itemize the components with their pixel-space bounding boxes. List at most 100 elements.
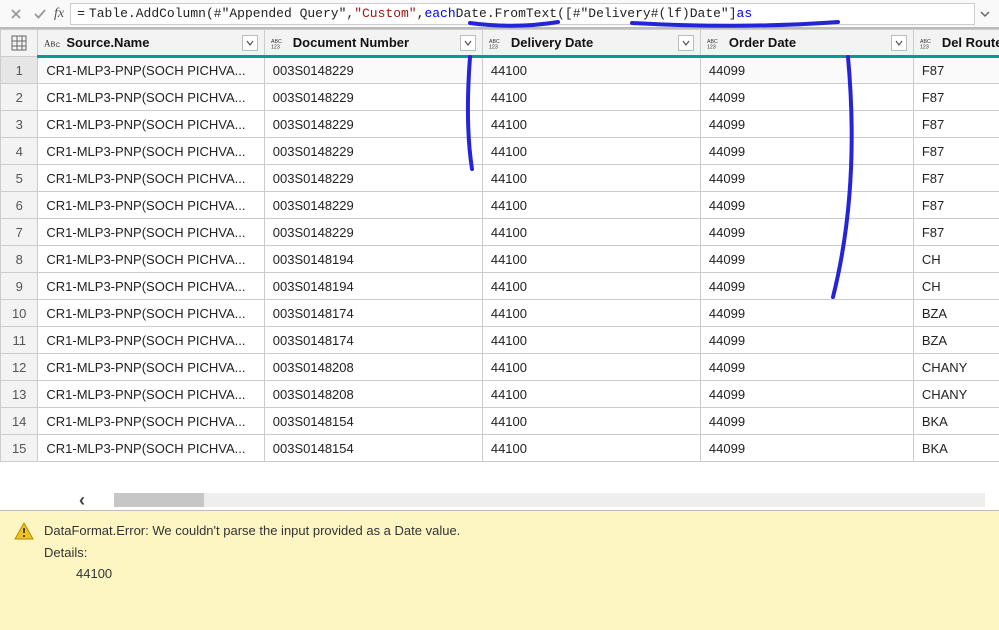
cell-document-number[interactable]: 003S0148229 — [264, 219, 482, 246]
cell-source-name[interactable]: CR1-MLP3-PNP(SOCH PICHVA... — [38, 273, 264, 300]
cell-order-date[interactable]: 44099 — [700, 435, 913, 462]
table-corner[interactable] — [1, 30, 38, 57]
cell-delivery-date[interactable]: 44100 — [482, 381, 700, 408]
cell-del-route[interactable]: BKA — [913, 435, 999, 462]
scroll-track[interactable] — [114, 493, 985, 507]
table-row[interactable]: 5CR1-MLP3-PNP(SOCH PICHVA...003S01482294… — [1, 165, 999, 192]
cell-del-route[interactable]: F87 — [913, 57, 999, 84]
row-number[interactable]: 1 — [1, 57, 38, 84]
cell-order-date[interactable]: 44099 — [700, 219, 913, 246]
row-number[interactable]: 2 — [1, 84, 38, 111]
cell-source-name[interactable]: CR1-MLP3-PNP(SOCH PICHVA... — [38, 219, 264, 246]
cell-delivery-date[interactable]: 44100 — [482, 300, 700, 327]
cell-order-date[interactable]: 44099 — [700, 273, 913, 300]
cell-order-date[interactable]: 44099 — [700, 408, 913, 435]
cell-delivery-date[interactable]: 44100 — [482, 327, 700, 354]
cell-del-route[interactable]: CHANY — [913, 354, 999, 381]
cell-document-number[interactable]: 003S0148208 — [264, 354, 482, 381]
cell-document-number[interactable]: 003S0148229 — [264, 57, 482, 84]
scroll-thumb[interactable] — [114, 493, 204, 507]
cell-order-date[interactable]: 44099 — [700, 300, 913, 327]
cell-document-number[interactable]: 003S0148174 — [264, 327, 482, 354]
table-row[interactable]: 7CR1-MLP3-PNP(SOCH PICHVA...003S01482294… — [1, 219, 999, 246]
cell-document-number[interactable]: 003S0148229 — [264, 84, 482, 111]
cell-del-route[interactable]: F87 — [913, 219, 999, 246]
cell-delivery-date[interactable]: 44100 — [482, 219, 700, 246]
cell-order-date[interactable]: 44099 — [700, 84, 913, 111]
row-number[interactable]: 6 — [1, 192, 38, 219]
cell-document-number[interactable]: 003S0148154 — [264, 435, 482, 462]
column-filter-button[interactable] — [891, 35, 907, 51]
formula-cancel-button[interactable] — [4, 3, 28, 25]
cell-source-name[interactable]: CR1-MLP3-PNP(SOCH PICHVA... — [38, 111, 264, 138]
cell-delivery-date[interactable]: 44100 — [482, 435, 700, 462]
cell-delivery-date[interactable]: 44100 — [482, 165, 700, 192]
cell-document-number[interactable]: 003S0148229 — [264, 165, 482, 192]
column-header-source-name[interactable]: ABC Source.Name — [38, 30, 264, 57]
table-row[interactable]: 6CR1-MLP3-PNP(SOCH PICHVA...003S01482294… — [1, 192, 999, 219]
cell-order-date[interactable]: 44099 — [700, 327, 913, 354]
column-header-order-date[interactable]: ABC123 Order Date — [700, 30, 913, 57]
formula-expand-button[interactable] — [975, 9, 995, 19]
row-number[interactable]: 13 — [1, 381, 38, 408]
column-filter-button[interactable] — [678, 35, 694, 51]
cell-del-route[interactable]: BZA — [913, 327, 999, 354]
cell-source-name[interactable]: CR1-MLP3-PNP(SOCH PICHVA... — [38, 300, 264, 327]
table-row[interactable]: 15CR1-MLP3-PNP(SOCH PICHVA...003S0148154… — [1, 435, 999, 462]
cell-document-number[interactable]: 003S0148208 — [264, 381, 482, 408]
cell-delivery-date[interactable]: 44100 — [482, 408, 700, 435]
row-number[interactable]: 10 — [1, 300, 38, 327]
table-row[interactable]: 11CR1-MLP3-PNP(SOCH PICHVA...003S0148174… — [1, 327, 999, 354]
cell-del-route[interactable]: F87 — [913, 165, 999, 192]
cell-delivery-date[interactable]: 44100 — [482, 246, 700, 273]
cell-source-name[interactable]: CR1-MLP3-PNP(SOCH PICHVA... — [38, 57, 264, 84]
table-row[interactable]: 12CR1-MLP3-PNP(SOCH PICHVA...003S0148208… — [1, 354, 999, 381]
formula-input[interactable]: = Table.AddColumn ( #"Appended Query" , … — [70, 3, 975, 25]
formula-confirm-button[interactable] — [28, 3, 52, 25]
cell-source-name[interactable]: CR1-MLP3-PNP(SOCH PICHVA... — [38, 192, 264, 219]
cell-delivery-date[interactable]: 44100 — [482, 192, 700, 219]
cell-del-route[interactable]: F87 — [913, 111, 999, 138]
cell-delivery-date[interactable]: 44100 — [482, 273, 700, 300]
cell-document-number[interactable]: 003S0148174 — [264, 300, 482, 327]
cell-source-name[interactable]: CR1-MLP3-PNP(SOCH PICHVA... — [38, 165, 264, 192]
cell-source-name[interactable]: CR1-MLP3-PNP(SOCH PICHVA... — [38, 84, 264, 111]
row-number[interactable]: 7 — [1, 219, 38, 246]
table-row[interactable]: 9CR1-MLP3-PNP(SOCH PICHVA...003S01481944… — [1, 273, 999, 300]
table-row[interactable]: 8CR1-MLP3-PNP(SOCH PICHVA...003S01481944… — [1, 246, 999, 273]
row-number[interactable]: 14 — [1, 408, 38, 435]
table-row[interactable]: 1CR1-MLP3-PNP(SOCH PICHVA...003S01482294… — [1, 57, 999, 84]
cell-del-route[interactable]: BKA — [913, 408, 999, 435]
cell-del-route[interactable]: CH — [913, 273, 999, 300]
cell-source-name[interactable]: CR1-MLP3-PNP(SOCH PICHVA... — [38, 435, 264, 462]
cell-source-name[interactable]: CR1-MLP3-PNP(SOCH PICHVA... — [38, 246, 264, 273]
cell-document-number[interactable]: 003S0148154 — [264, 408, 482, 435]
cell-order-date[interactable]: 44099 — [700, 111, 913, 138]
table-row[interactable]: 10CR1-MLP3-PNP(SOCH PICHVA...003S0148174… — [1, 300, 999, 327]
cell-source-name[interactable]: CR1-MLP3-PNP(SOCH PICHVA... — [38, 138, 264, 165]
column-filter-button[interactable] — [242, 35, 258, 51]
scroll-left-button[interactable]: ‹ — [72, 492, 92, 508]
cell-order-date[interactable]: 44099 — [700, 192, 913, 219]
cell-document-number[interactable]: 003S0148229 — [264, 138, 482, 165]
column-header-document-number[interactable]: ABC123 Document Number — [264, 30, 482, 57]
cell-delivery-date[interactable]: 44100 — [482, 354, 700, 381]
row-number[interactable]: 4 — [1, 138, 38, 165]
cell-order-date[interactable]: 44099 — [700, 354, 913, 381]
cell-source-name[interactable]: CR1-MLP3-PNP(SOCH PICHVA... — [38, 327, 264, 354]
row-number[interactable]: 9 — [1, 273, 38, 300]
table-row[interactable]: 3CR1-MLP3-PNP(SOCH PICHVA...003S01482294… — [1, 111, 999, 138]
cell-order-date[interactable]: 44099 — [700, 246, 913, 273]
cell-document-number[interactable]: 003S0148194 — [264, 246, 482, 273]
column-header-del-route[interactable]: ABC123 Del Route — [913, 30, 999, 57]
table-row[interactable]: 14CR1-MLP3-PNP(SOCH PICHVA...003S0148154… — [1, 408, 999, 435]
cell-order-date[interactable]: 44099 — [700, 381, 913, 408]
cell-del-route[interactable]: F87 — [913, 138, 999, 165]
row-number[interactable]: 11 — [1, 327, 38, 354]
cell-document-number[interactable]: 003S0148229 — [264, 111, 482, 138]
cell-del-route[interactable]: F87 — [913, 84, 999, 111]
row-number[interactable]: 8 — [1, 246, 38, 273]
row-number[interactable]: 5 — [1, 165, 38, 192]
cell-source-name[interactable]: CR1-MLP3-PNP(SOCH PICHVA... — [38, 354, 264, 381]
cell-document-number[interactable]: 003S0148229 — [264, 192, 482, 219]
